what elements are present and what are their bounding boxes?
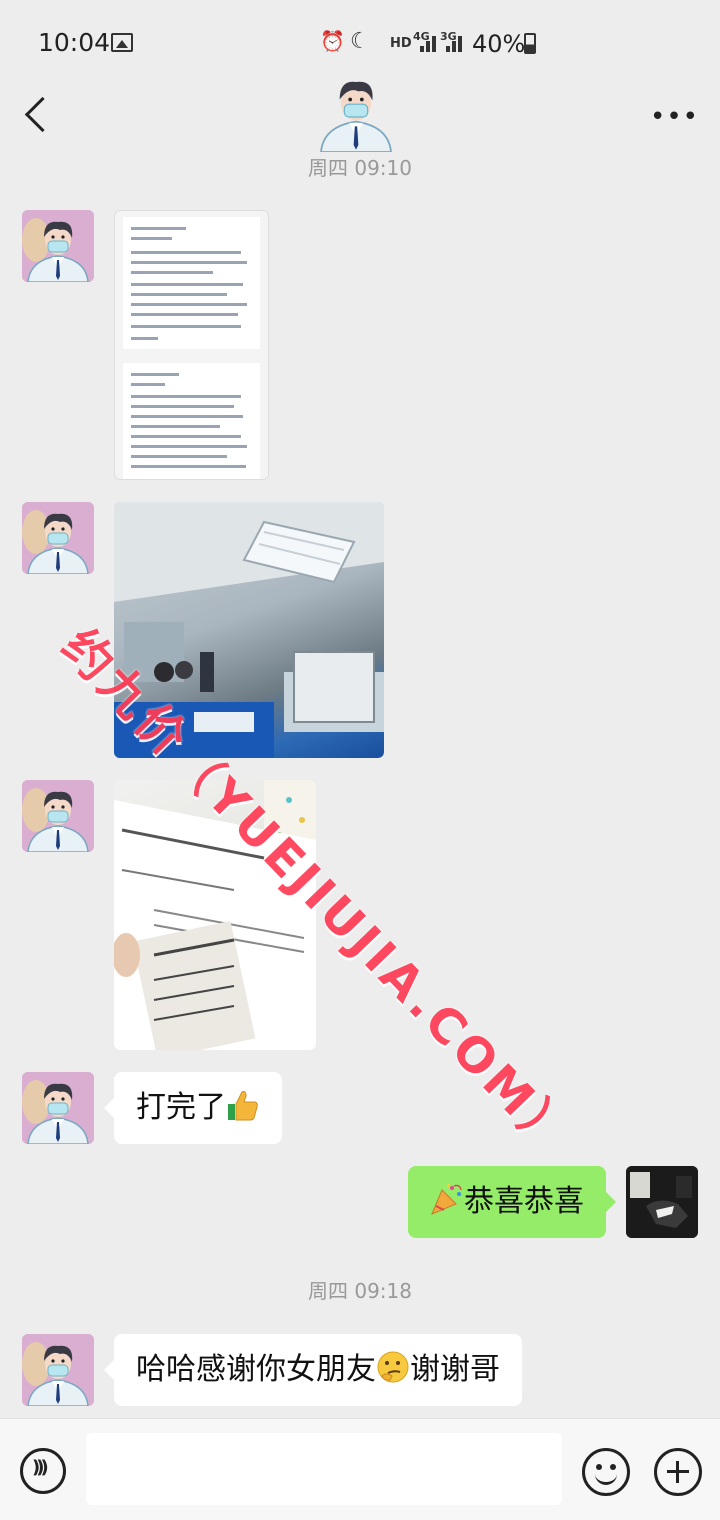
contact-avatar[interactable]	[22, 210, 94, 282]
outgoing-message-bubble[interactable]: 恭喜恭喜	[408, 1166, 616, 1238]
thumbs-up-icon	[228, 1091, 258, 1121]
timestamp: 周四 09:18	[308, 1279, 412, 1303]
contact-avatar[interactable]	[22, 1334, 94, 1406]
smiley-icon[interactable]	[582, 1448, 630, 1496]
contact-avatar[interactable]	[22, 502, 94, 574]
battery-percent: 40%	[472, 30, 526, 58]
signal-icon	[444, 32, 466, 52]
plus-icon[interactable]	[654, 1448, 702, 1496]
voice-icon[interactable]	[20, 1448, 66, 1494]
back-chevron-icon[interactable]	[24, 96, 54, 136]
party-popper-icon	[431, 1184, 462, 1215]
input-bar	[0, 1418, 720, 1520]
message-text: 哈哈感谢你女朋友	[136, 1352, 376, 1387]
image-message-screenshot[interactable]	[114, 210, 269, 480]
message-input[interactable]	[86, 1433, 562, 1505]
signal-icon	[418, 32, 440, 52]
screenshot-card	[123, 363, 260, 479]
network-label: HD	[390, 36, 412, 51]
contact-avatar[interactable]	[22, 1072, 94, 1144]
message-text: 谢谢哥	[410, 1352, 500, 1387]
message-text: 恭喜恭喜	[464, 1184, 584, 1219]
my-avatar[interactable]	[626, 1166, 698, 1238]
message-text: 打完了	[136, 1090, 226, 1125]
gallery-icon	[111, 33, 133, 52]
contact-avatar[interactable]	[22, 780, 94, 852]
thinking-face-icon	[377, 1351, 409, 1383]
incoming-message-bubble[interactable]: 哈哈感谢你女朋友 谢谢哥	[104, 1334, 522, 1406]
header-avatar[interactable]	[314, 68, 398, 152]
incoming-message-bubble[interactable]: 打完了	[104, 1072, 282, 1144]
alarm-icon: ⏰	[320, 29, 345, 53]
status-time: 10:04	[38, 28, 111, 57]
battery-icon	[524, 33, 536, 54]
more-options-icon[interactable]: •••	[650, 102, 699, 132]
screenshot-card	[123, 217, 260, 349]
do-not-disturb-moon-icon: ☾	[350, 29, 370, 54]
chat-header: •••	[0, 68, 720, 154]
timestamp: 周四 09:10	[308, 156, 412, 180]
